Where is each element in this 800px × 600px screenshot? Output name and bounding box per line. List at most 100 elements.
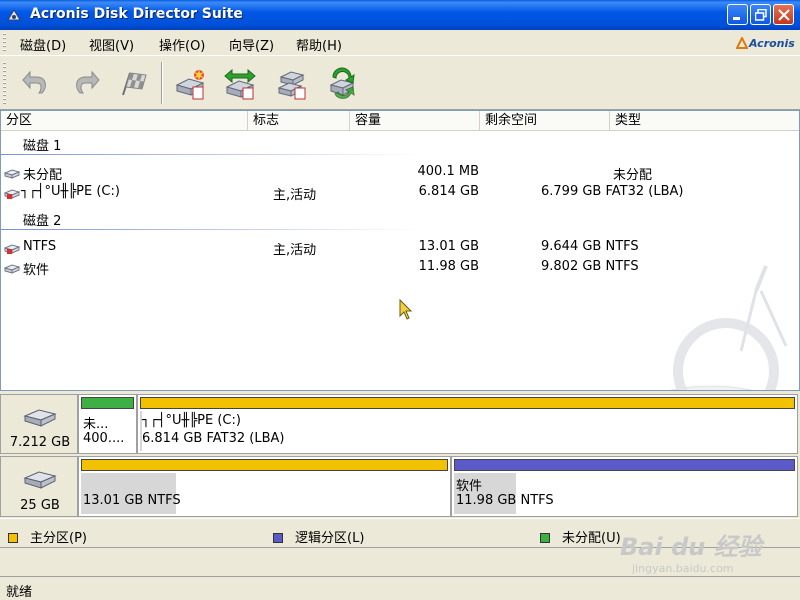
close-icon	[778, 9, 790, 21]
disk-group-label: 磁盘 1	[23, 139, 62, 154]
partition-block-size: 13.01 GB NTFS	[83, 493, 181, 508]
partition-free: 9.802 GB NTFS	[541, 259, 639, 274]
partition-block-size: 6.814 GB FAT32 (LBA)	[142, 431, 285, 446]
toolbar-grip[interactable]	[3, 62, 6, 104]
menu-view[interactable]: 视图(V)	[89, 35, 134, 54]
partition-block-ntfs[interactable]: 13.01 GB NTFS	[78, 456, 451, 517]
legend-swatch	[8, 533, 18, 543]
title-bar[interactable]: Acronis Disk Director Suite	[0, 0, 800, 30]
primary-partition-icon	[4, 244, 20, 254]
undo-icon	[22, 70, 46, 94]
disk-2-box[interactable]: 25 GB	[0, 456, 78, 517]
partition-block-software[interactable]: 软件 11.98 GB NTFS	[451, 456, 798, 517]
partition-block-unallocated[interactable]: 未... 400....	[78, 394, 137, 454]
partition-name: 未分配	[23, 168, 63, 183]
partition-block-label: 未...	[83, 417, 109, 432]
column-partition[interactable]: 分区	[1, 111, 248, 131]
acronis-logo: Acronis	[736, 33, 796, 53]
create-partition-button[interactable]	[170, 64, 210, 102]
hard-disk-icon	[23, 409, 57, 427]
disk-group-label: 磁盘 2	[23, 214, 62, 229]
partition-free: 6.799 GB FAT32 (LBA)	[541, 184, 684, 199]
disk-1-box[interactable]: 7.212 GB	[0, 394, 78, 454]
mouse-cursor-icon	[399, 299, 413, 320]
column-free-space[interactable]: 剩余空间	[480, 111, 610, 131]
partition-flags: 主,活动	[273, 243, 317, 258]
primary-partition-icon	[4, 189, 20, 199]
logical-partition-icon	[4, 264, 20, 274]
disk-illustration	[669, 265, 788, 390]
partition-flags: 主,活动	[273, 188, 317, 203]
column-flags[interactable]: 标志	[248, 111, 350, 131]
menu-disk[interactable]: 磁盘(D)	[20, 35, 66, 54]
create-partition-icon	[175, 69, 205, 100]
partition-block-size: 400....	[83, 431, 125, 446]
disk-size: 25 GB	[20, 498, 60, 513]
copy-partition-button[interactable]	[272, 64, 312, 102]
partition-row[interactable]: 软件 11.98 GB 9.802 GB NTFS	[1, 258, 799, 278]
watermark-url: jingyan.baidu.com	[632, 562, 734, 575]
toolbar	[0, 56, 800, 110]
app-icon	[7, 9, 21, 21]
resize-partition-button[interactable]	[220, 64, 260, 102]
column-type[interactable]: 类型	[610, 111, 790, 131]
partition-block-label: 软件	[456, 479, 483, 494]
partition-block-c[interactable]: ┐┌┤°U╫╠PE (C:) 6.814 GB FAT32 (LBA)	[137, 394, 798, 454]
partition-name: 软件	[23, 263, 50, 278]
menu-wizard[interactable]: 向导(Z)	[229, 35, 274, 54]
watermark-logo: Bai du 经验	[620, 533, 762, 561]
partition-capacity: 13.01 GB	[418, 239, 479, 254]
copy-partition-icon	[277, 71, 306, 100]
baidu-watermark: Bai du 经验 jingyan.baidu.com	[612, 515, 797, 580]
menu-bar: 磁盘(D) 视图(V) 操作(O) 向导(Z) 帮助(H) Acronis	[0, 30, 800, 56]
close-button[interactable]	[773, 4, 794, 25]
partition-capacity: 400.1 MB	[417, 164, 479, 179]
group-divider	[1, 229, 421, 230]
legend-logical: 逻辑分区(L)	[273, 527, 364, 546]
partition-row[interactable]: ┐┌┤°U╫╠PE (C:) 主,活动 6.814 GB 6.799 GB FA…	[1, 183, 799, 203]
legend-unallocated: 未分配(U)	[540, 527, 621, 546]
partition-row[interactable]: NTFS 主,活动 13.01 GB 9.644 GB NTFS	[1, 238, 799, 258]
minimize-button[interactable]	[727, 4, 748, 25]
partition-type: 未分配	[613, 168, 653, 183]
redo-icon	[76, 70, 100, 94]
column-capacity[interactable]: 容量	[350, 111, 480, 131]
partition-color-bar	[454, 459, 795, 471]
recovery-icon	[329, 67, 355, 99]
partition-color-bar	[140, 397, 795, 409]
unallocated-disk-icon	[4, 169, 20, 179]
acronis-mark-icon	[736, 37, 748, 49]
legend-primary: 主分区(P)	[8, 527, 87, 546]
maximize-button[interactable]	[750, 4, 771, 25]
restore-icon	[755, 9, 767, 21]
minimize-icon	[733, 17, 740, 20]
menu-help[interactable]: 帮助(H)	[296, 35, 342, 54]
partition-color-bar	[81, 397, 134, 409]
partition-free: 9.644 GB NTFS	[541, 239, 639, 254]
legend-swatch	[540, 533, 550, 543]
resize-partition-icon	[224, 68, 256, 100]
partition-capacity: 11.98 GB	[418, 259, 479, 274]
menubar-grip[interactable]	[3, 33, 6, 53]
partition-name: NTFS	[23, 239, 57, 254]
partition-color-bar	[81, 459, 448, 471]
partition-block-label: ┐┌┤°U╫╠PE (C:)	[142, 413, 241, 428]
undo-button[interactable]	[16, 64, 56, 102]
commit-flag-icon	[122, 72, 147, 96]
legend-swatch	[273, 533, 283, 543]
hard-disk-icon	[23, 471, 57, 489]
toolbar-separator	[161, 62, 163, 104]
redo-button[interactable]	[66, 64, 106, 102]
status-text: 就绪	[6, 585, 33, 600]
group-divider	[1, 154, 421, 155]
partition-row[interactable]: 未分配 400.1 MB 未分配	[1, 163, 799, 183]
window-title: Acronis Disk Director Suite	[30, 6, 243, 22]
commit-button[interactable]	[114, 64, 154, 102]
partition-block-size: 11.98 GB NTFS	[456, 493, 554, 508]
disk-map: 7.212 GB 未... 400.... ┐┌┤°U╫╠PE (C:) 6.8…	[0, 393, 800, 518]
menu-operation[interactable]: 操作(O)	[159, 35, 205, 54]
partition-list[interactable]: 分区 标志 容量 剩余空间 类型 磁盘 1 未分配 400.1 MB 未分配 ┐…	[0, 110, 800, 391]
recovery-button[interactable]	[322, 64, 362, 102]
partition-name: ┐┌┤°U╫╠PE (C:)	[21, 184, 120, 199]
list-header: 分区 标志 容量 剩余空间 类型	[1, 111, 799, 131]
